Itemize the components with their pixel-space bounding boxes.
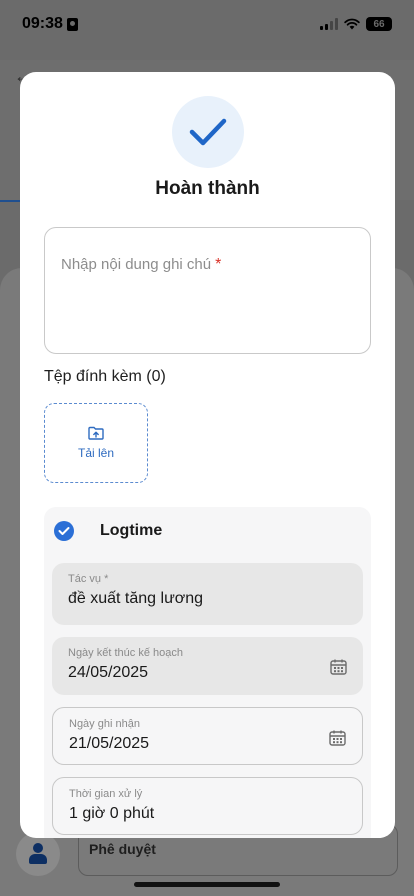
- logtime-label: Logtime: [100, 522, 163, 539]
- home-indicator: [134, 882, 280, 887]
- recorded-date-value: 21/05/2025: [69, 735, 150, 752]
- planned-end-date-value: 24/05/2025: [68, 664, 149, 681]
- status-time: 09:38: [22, 15, 78, 33]
- wifi-icon: [344, 18, 360, 30]
- calendar-icon[interactable]: [329, 730, 346, 746]
- note-input[interactable]: Nhập nội dung ghi chú *: [44, 227, 371, 354]
- task-field-label: Tác vụ *: [68, 573, 109, 585]
- planned-end-date-field[interactable]: Ngày kết thúc kế hoạch 24/05/2025: [52, 637, 363, 695]
- logtime-toggle[interactable]: Logtime: [54, 521, 162, 541]
- check-icon: [58, 527, 70, 535]
- dialog-title: Hoàn thành: [155, 178, 260, 199]
- recorded-date-field[interactable]: Ngày ghi nhận 21/05/2025: [52, 707, 363, 765]
- battery-level: 66: [373, 18, 385, 30]
- background-tab-indicator: [0, 200, 20, 202]
- task-field-value: đề xuất tăng lương: [68, 590, 204, 607]
- status-bar: 09:38 66: [0, 0, 414, 48]
- success-check-icon: [172, 96, 244, 168]
- planned-end-date-label: Ngày kết thúc kế hoạch: [68, 647, 183, 659]
- avatar: [16, 832, 60, 876]
- upload-button[interactable]: Tải lên: [44, 403, 148, 483]
- person-icon: [29, 843, 47, 865]
- required-mark: *: [215, 256, 222, 273]
- time-text: 09:38: [22, 15, 63, 32]
- battery-icon: 66: [366, 17, 392, 31]
- logtime-section: Logtime Tác vụ * đề xuất tăng lương Ngày…: [44, 507, 371, 838]
- task-field[interactable]: Tác vụ * đề xuất tăng lương: [52, 563, 363, 625]
- recorded-date-label: Ngày ghi nhận: [69, 718, 140, 730]
- processing-time-value: 1 giờ 0 phút: [69, 805, 155, 822]
- complete-dialog: Hoàn thành Nhập nội dung ghi chú * Tệp đí…: [20, 72, 395, 838]
- id-card-icon: [66, 17, 78, 31]
- attachments-label: Tệp đính kèm (0): [44, 368, 166, 385]
- folder-upload-icon: [88, 426, 104, 440]
- cellular-signal-icon: [320, 18, 338, 30]
- calendar-icon[interactable]: [330, 659, 347, 675]
- processing-time-label: Thời gian xử lý: [69, 788, 143, 800]
- processing-time-field[interactable]: Thời gian xử lý 1 giờ 0 phút: [52, 777, 363, 835]
- status-icons: 66: [320, 17, 392, 31]
- upload-label: Tải lên: [77, 446, 115, 460]
- note-placeholder: Nhập nội dung ghi chú: [61, 256, 212, 273]
- logtime-checkbox[interactable]: [54, 521, 74, 541]
